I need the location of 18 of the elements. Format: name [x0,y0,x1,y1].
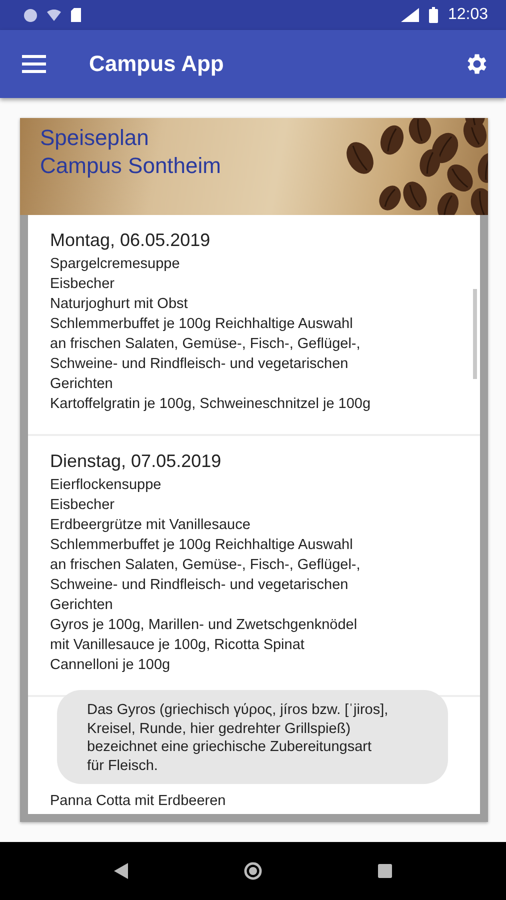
menu-dish: Schlemmerbuffet je 100g Reichhaltige Auswahl an frischen Salaten, Gemüse-, Fisch-, Geflügel-, Schweine- und Rindfleisch- und vegetarischen Gerichten [50,315,362,394]
status-time: 12:03 [448,6,488,24]
app-title: Campus App [89,51,225,77]
banner-title: Speiseplan [40,124,149,152]
menu-dish: Kartoffelgratin je 100g, Schweineschnitzel je 100g [50,395,372,414]
menu-dish: Eisbecher [50,275,116,294]
banner-title: Campus Sontheim [40,152,221,180]
menu-dish: Naturjoghurt mit Obst [50,295,189,314]
toast-message: Das Gyros (griechisch γύρος, jíros bzw. [ˈjiros], Kreisel, Runde, hier gedrehter Grillspieß) bezeichnet eine griechische Zubereitungsart für Fleisch. [57,690,448,784]
menu-dish: Erdbeergrütze mit Vanillesauce [50,516,252,535]
day-heading: Dienstag, 07.05.2019 [50,450,222,473]
day-heading: Montag, 06.05.2019 [50,229,212,252]
menu-dish: Spargelcremesuppe [50,255,181,274]
menu-dish: Panna Cotta mit Erdbeeren [50,792,227,811]
menu-dish: Gyros je 100g, Marillen- und Zwetschgenknödel mit Vanillesauce je 100g, Ricotta Spinat Cannelloni je 100g [50,616,358,675]
menu-dish: Eisbecher [50,496,116,515]
menu-dish: Eierflockensuppe [50,476,162,495]
menu-dish: Schlemmerbuffet je 100g Reichhaltige Auswahl an frischen Salaten, Gemüse-, Fisch-, Geflügel-, Schweine- und Rindfleisch- und vegetarischen Gerichten [50,536,362,615]
